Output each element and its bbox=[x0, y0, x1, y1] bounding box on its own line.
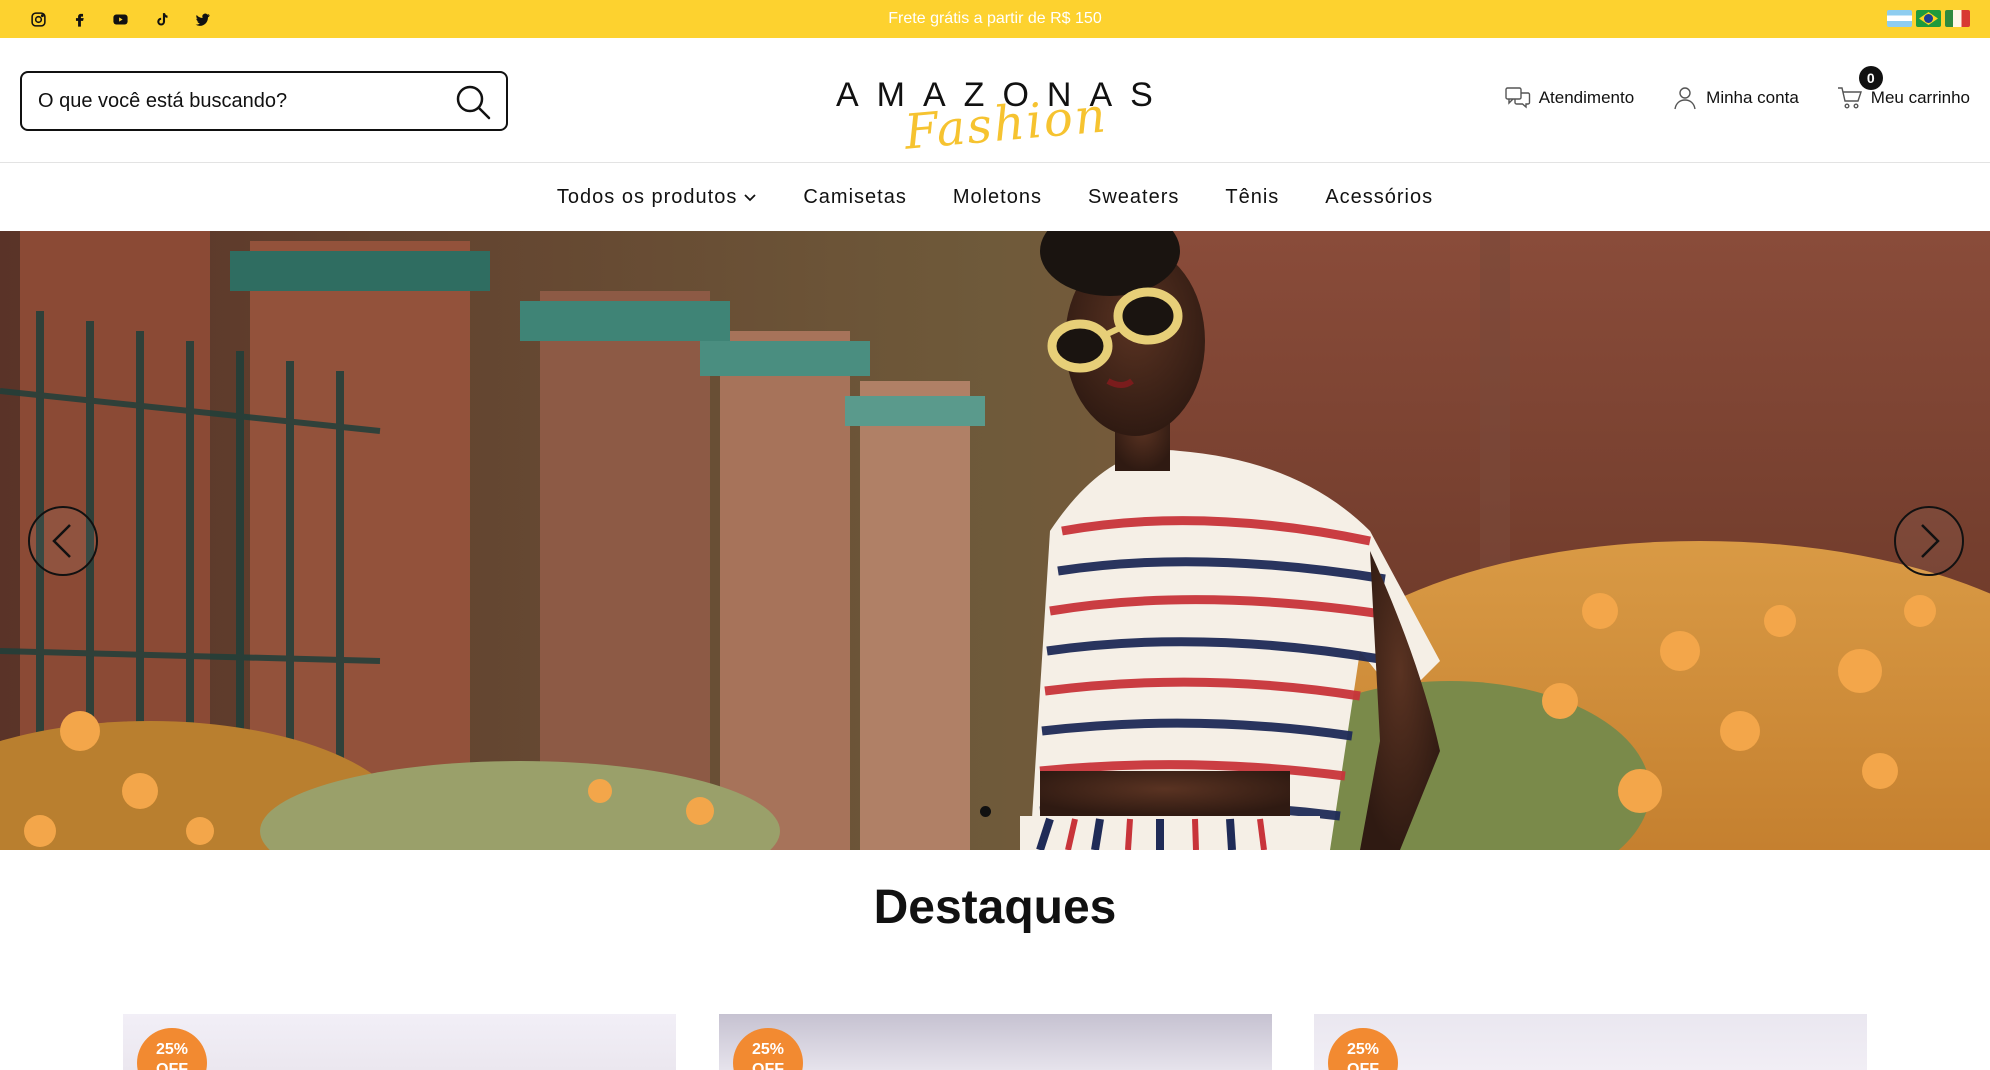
chevron-down-icon bbox=[744, 194, 756, 202]
twitter-icon[interactable] bbox=[192, 9, 212, 29]
discount-value: 25% bbox=[1346, 1041, 1380, 1058]
logo-text: AMAZONAS bbox=[836, 76, 1171, 114]
spain-flag-icon[interactable] bbox=[1945, 10, 1970, 27]
nav-item-sweaters[interactable]: Sweaters bbox=[1088, 186, 1179, 209]
carousel-dots bbox=[980, 806, 991, 817]
nav-item-accessories[interactable]: Acessórios bbox=[1325, 186, 1433, 209]
discount-label: OFF bbox=[1347, 1061, 1379, 1070]
nav-item-all-products[interactable]: Todos os produtos bbox=[557, 186, 757, 209]
account-label: Minha conta bbox=[1706, 88, 1799, 107]
product-card[interactable]: 25% OFF bbox=[1314, 1014, 1867, 1070]
search-box bbox=[20, 71, 508, 131]
top-bar: Frete grátis a partir de R$ 150 bbox=[0, 0, 1990, 38]
site-logo[interactable]: Fashion AMAZONAS bbox=[836, 58, 1171, 161]
chat-icon bbox=[1505, 87, 1530, 109]
discount-badge: 25% OFF bbox=[1328, 1028, 1398, 1070]
social-links bbox=[28, 9, 212, 29]
carousel-prev-button[interactable] bbox=[28, 506, 98, 576]
carousel-dot[interactable] bbox=[980, 806, 991, 817]
chevron-left-icon bbox=[52, 524, 71, 558]
tiktok-icon[interactable] bbox=[151, 9, 171, 29]
hero-image bbox=[0, 231, 1990, 850]
search-icon[interactable] bbox=[454, 83, 492, 121]
hero-carousel bbox=[0, 231, 1990, 850]
nav-item-label: Todos os produtos bbox=[556, 185, 738, 208]
header-links: Atendimento Minha conta 0 Meu carrinho bbox=[1505, 66, 1970, 110]
cart-link[interactable]: 0 Meu carrinho bbox=[1837, 66, 1970, 110]
site-header: Fashion AMAZONAS Atendimento Minha conta… bbox=[0, 38, 1990, 163]
cart-icon bbox=[1837, 87, 1862, 109]
instagram-icon[interactable] bbox=[28, 9, 48, 29]
discount-badge: 25% OFF bbox=[137, 1028, 207, 1070]
youtube-icon[interactable] bbox=[110, 9, 130, 29]
free-shipping-banner: Frete grátis a partir de R$ 150 bbox=[888, 10, 1102, 27]
user-icon bbox=[1674, 87, 1696, 110]
argentina-flag-icon[interactable] bbox=[1887, 10, 1912, 27]
discount-value: 25% bbox=[751, 1041, 785, 1058]
discount-label: OFF bbox=[156, 1061, 188, 1070]
language-flags bbox=[1887, 10, 1970, 27]
featured-title: Destaques bbox=[873, 881, 1117, 934]
carousel-next-button[interactable] bbox=[1894, 506, 1964, 576]
featured-products: 25% OFF 25% OFF 25% OFF bbox=[123, 1014, 1868, 1070]
discount-badge: 25% OFF bbox=[733, 1028, 803, 1070]
brazil-flag-icon[interactable] bbox=[1916, 10, 1941, 27]
product-card[interactable]: 25% OFF bbox=[719, 1014, 1272, 1070]
facebook-icon[interactable] bbox=[69, 9, 89, 29]
search-input[interactable] bbox=[38, 89, 448, 113]
nav-item-hoodies[interactable]: Moletons bbox=[953, 186, 1042, 209]
support-link[interactable]: Atendimento bbox=[1505, 86, 1634, 110]
account-link[interactable]: Minha conta bbox=[1672, 86, 1799, 110]
chevron-right-icon bbox=[1921, 524, 1940, 558]
cart-count-badge: 0 bbox=[1858, 66, 1883, 90]
cart-label: Meu carrinho bbox=[1870, 88, 1970, 107]
product-card[interactable]: 25% OFF bbox=[123, 1014, 676, 1070]
discount-label: OFF bbox=[752, 1061, 784, 1070]
support-label: Atendimento bbox=[1538, 88, 1635, 107]
discount-value: 25% bbox=[155, 1041, 189, 1058]
nav-item-tshirts[interactable]: Camisetas bbox=[803, 186, 906, 209]
nav-item-sneakers[interactable]: Tênis bbox=[1225, 186, 1279, 209]
main-nav: Todos os produtos Camisetas Moletons Swe… bbox=[0, 163, 1990, 231]
